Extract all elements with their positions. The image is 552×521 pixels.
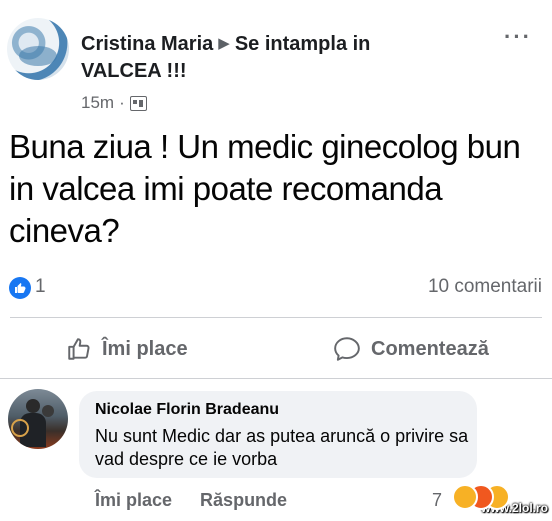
author-avatar[interactable] — [7, 18, 69, 80]
comments-count[interactable]: 10 comentarii — [428, 276, 542, 298]
group-privacy-icon — [129, 95, 147, 111]
commenter-name[interactable]: Nicolae Florin Bradeanu — [95, 401, 279, 419]
divider — [0, 378, 552, 379]
haha-reaction-icon — [452, 484, 478, 510]
comment-reactions-count[interactable]: 7 — [432, 490, 442, 511]
comment-bubble-icon — [334, 337, 360, 361]
comment-like-button[interactable]: Îmi place — [95, 490, 172, 511]
comment-button-label: Comentează — [371, 337, 489, 360]
reactions-count[interactable]: 1 — [35, 276, 46, 298]
like-reaction-icon[interactable] — [9, 277, 31, 299]
comment-button[interactable]: Comentează — [333, 336, 489, 362]
comment-text: Nu sunt Medic dar as putea aruncă o priv… — [95, 426, 469, 469]
more-options-icon[interactable]: ··· — [504, 24, 532, 50]
post-text: Buna ziua ! Un medic ginecolog bun in va… — [9, 128, 521, 249]
group-name-continued[interactable]: VALCEA !!! — [81, 60, 187, 83]
comment-actions: Îmi place Răspunde — [95, 490, 287, 511]
commenter-avatar[interactable] — [8, 389, 68, 449]
comment-reply-button[interactable]: Răspunde — [200, 490, 287, 511]
post-time[interactable]: 15m — [81, 93, 114, 113]
group-name[interactable]: Se intampla in — [235, 33, 371, 55]
post-header: Cristina Maria ▶ Se intampla in — [81, 29, 481, 61]
thumbs-up-icon — [68, 338, 90, 360]
post-meta: 15m · — [81, 93, 147, 113]
separator-dot: · — [119, 93, 125, 112]
arrow-right-icon: ▶ — [218, 35, 230, 52]
divider — [10, 317, 542, 318]
author-name[interactable]: Cristina Maria — [81, 33, 213, 55]
like-button[interactable]: Îmi place — [66, 336, 188, 362]
like-button-label: Îmi place — [102, 337, 188, 360]
